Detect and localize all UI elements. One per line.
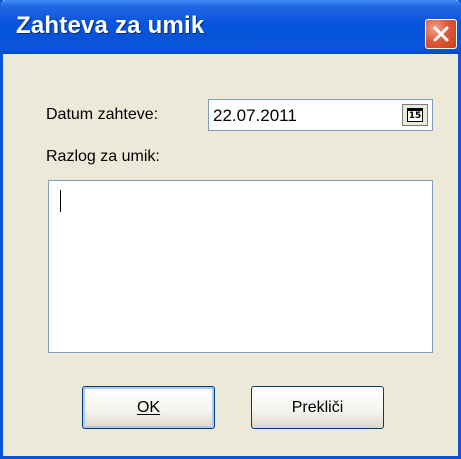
- window-title: Zahteva za umik: [16, 12, 205, 39]
- reason-textarea[interactable]: [48, 180, 433, 353]
- ok-button[interactable]: OK: [82, 386, 215, 429]
- reason-label: Razlog za umik:: [46, 148, 160, 165]
- date-field[interactable]: 22.07.2011 15: [208, 99, 433, 131]
- ok-button-label: OK: [136, 398, 161, 416]
- cancel-button[interactable]: Prekliči: [251, 386, 384, 429]
- title-bar[interactable]: Zahteva za umik: [0, 0, 461, 54]
- dialog-window: Zahteva za umik Datum zahteve: 22.07.201…: [0, 0, 461, 459]
- calendar-icon: 15: [407, 108, 423, 122]
- calendar-button[interactable]: 15: [402, 104, 428, 126]
- text-caret: [60, 190, 61, 212]
- close-icon: [433, 26, 449, 42]
- cancel-button-label: Prekliči: [291, 398, 344, 416]
- date-value[interactable]: 22.07.2011: [213, 106, 297, 126]
- close-button[interactable]: [425, 19, 457, 49]
- date-label: Datum zahteve:: [46, 106, 159, 123]
